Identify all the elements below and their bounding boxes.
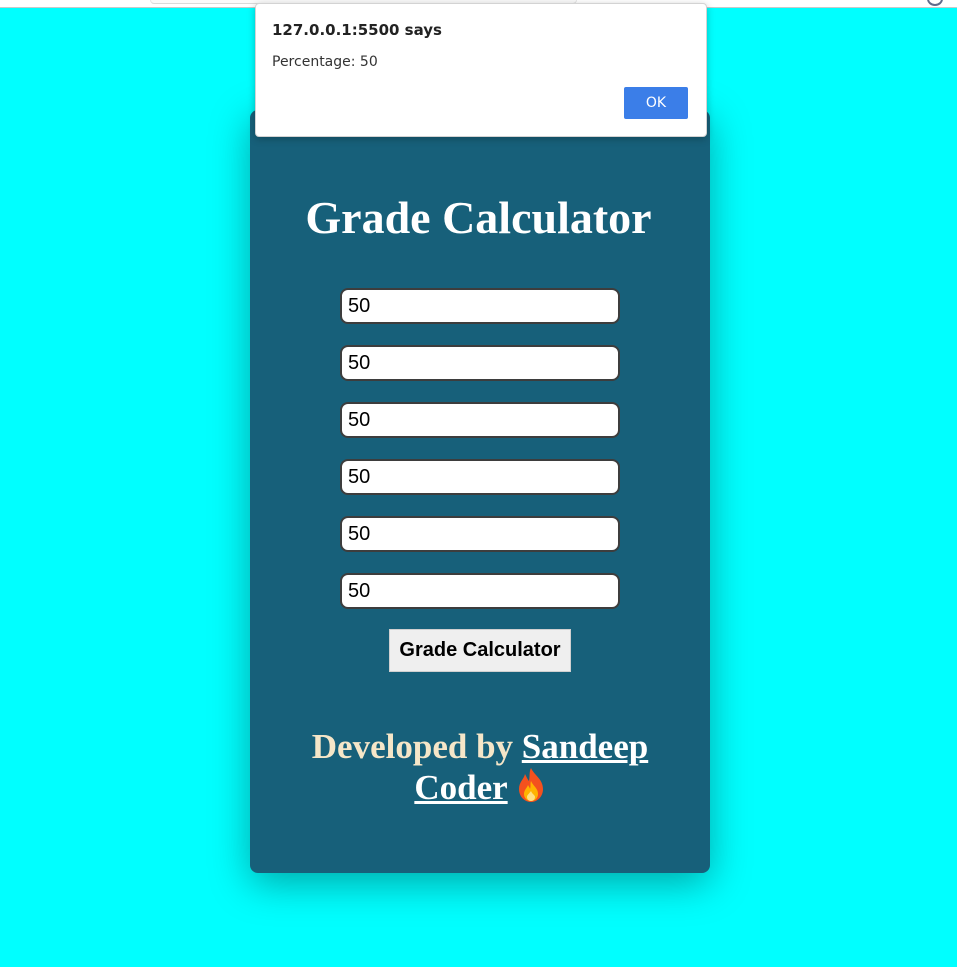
subject-1-input[interactable] [340,288,620,324]
alert-dialog: 127.0.0.1:5500 says Percentage: 50 OK [255,3,707,137]
fire-icon [516,767,546,803]
subject-6-input[interactable] [340,573,620,609]
dialog-message: Percentage: 50 [272,54,378,70]
subject-4-input[interactable] [340,459,620,495]
profile-icon[interactable] [927,0,943,6]
developer-credit: Developed by Sandeep Coder [300,726,660,808]
dialog-title: 127.0.0.1:5500 says [272,21,442,39]
page-title: Grade Calculator [305,192,652,243]
ok-button[interactable]: OK [624,87,688,119]
grade-calculator-button[interactable]: Grade Calculator [389,629,571,672]
subject-5-input[interactable] [340,516,620,552]
subject-3-input[interactable] [340,402,620,438]
subject-2-input[interactable] [340,345,620,381]
credit-prefix: Developed by [311,727,514,766]
